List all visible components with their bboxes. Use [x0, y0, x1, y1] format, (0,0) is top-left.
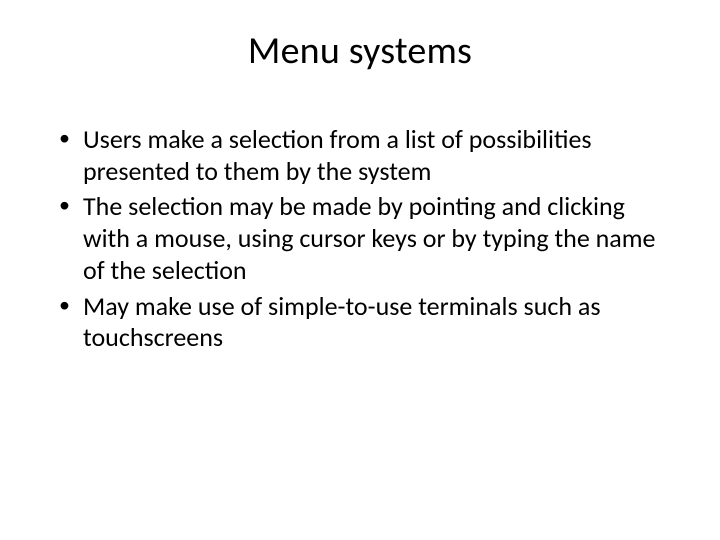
bullet-text: The selection may be made by pointing an…: [83, 190, 655, 285]
list-item: Users make a selection from a list of po…: [55, 124, 665, 187]
bullet-text: Users make a selection from a list of po…: [83, 123, 592, 187]
slide-title: Menu systems: [55, 28, 665, 74]
slide: Menu systems Users make a selection from…: [0, 0, 720, 540]
bullet-list: Users make a selection from a list of po…: [55, 124, 665, 354]
bullet-text: May make use of simple-to-use terminals …: [83, 290, 601, 354]
list-item: May make use of simple-to-use terminals …: [55, 291, 665, 354]
list-item: The selection may be made by pointing an…: [55, 191, 665, 286]
